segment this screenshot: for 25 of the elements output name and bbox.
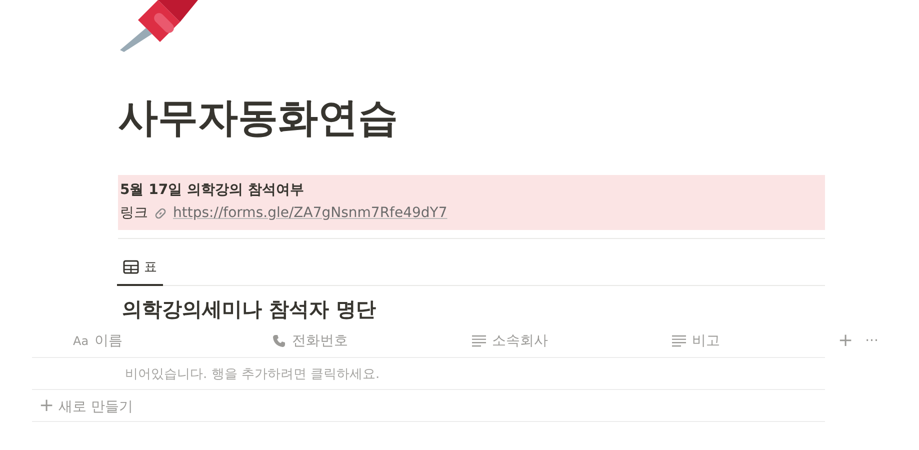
- link-label: 링크: [120, 204, 148, 223]
- column-header[interactable]: 소속회사: [432, 332, 632, 350]
- text-type-icon: Aa: [73, 334, 89, 348]
- table-view-tab[interactable]: 표: [117, 255, 163, 286]
- empty-message[interactable]: 비어있습니다. 행을 추가하려면 클릭하세요.: [32, 357, 825, 390]
- column-header[interactable]: 전화번호: [232, 332, 432, 350]
- column-label: 이름: [94, 332, 123, 350]
- text-lines-icon: [672, 334, 686, 346]
- column-label: 비고: [692, 332, 720, 350]
- add-column-button[interactable]: +: [832, 328, 860, 353]
- pushpin-icon: [118, 0, 198, 52]
- form-link[interactable]: https://forms.gle/ZA7gNsnm7Rfe49dY7: [173, 202, 448, 225]
- column-label: 소속회사: [492, 332, 548, 350]
- column-header[interactable]: 비고: [632, 332, 832, 350]
- column-label: 전화번호: [292, 332, 348, 350]
- text-lines-icon: [472, 334, 486, 346]
- table-icon: [123, 260, 139, 274]
- column-header[interactable]: Aa 이름: [32, 332, 232, 350]
- database-title: 의학강의세미나 참석자 명단: [122, 296, 377, 323]
- page-title: 사무자동화연습: [118, 94, 399, 143]
- callout-heading: 5월 17일 의학강의 참석여부: [120, 181, 305, 200]
- phone-icon: [272, 334, 286, 348]
- more-button[interactable]: ···: [859, 330, 884, 350]
- link-icon: [153, 206, 168, 221]
- new-row-button[interactable]: + 새로 만들기: [32, 390, 825, 422]
